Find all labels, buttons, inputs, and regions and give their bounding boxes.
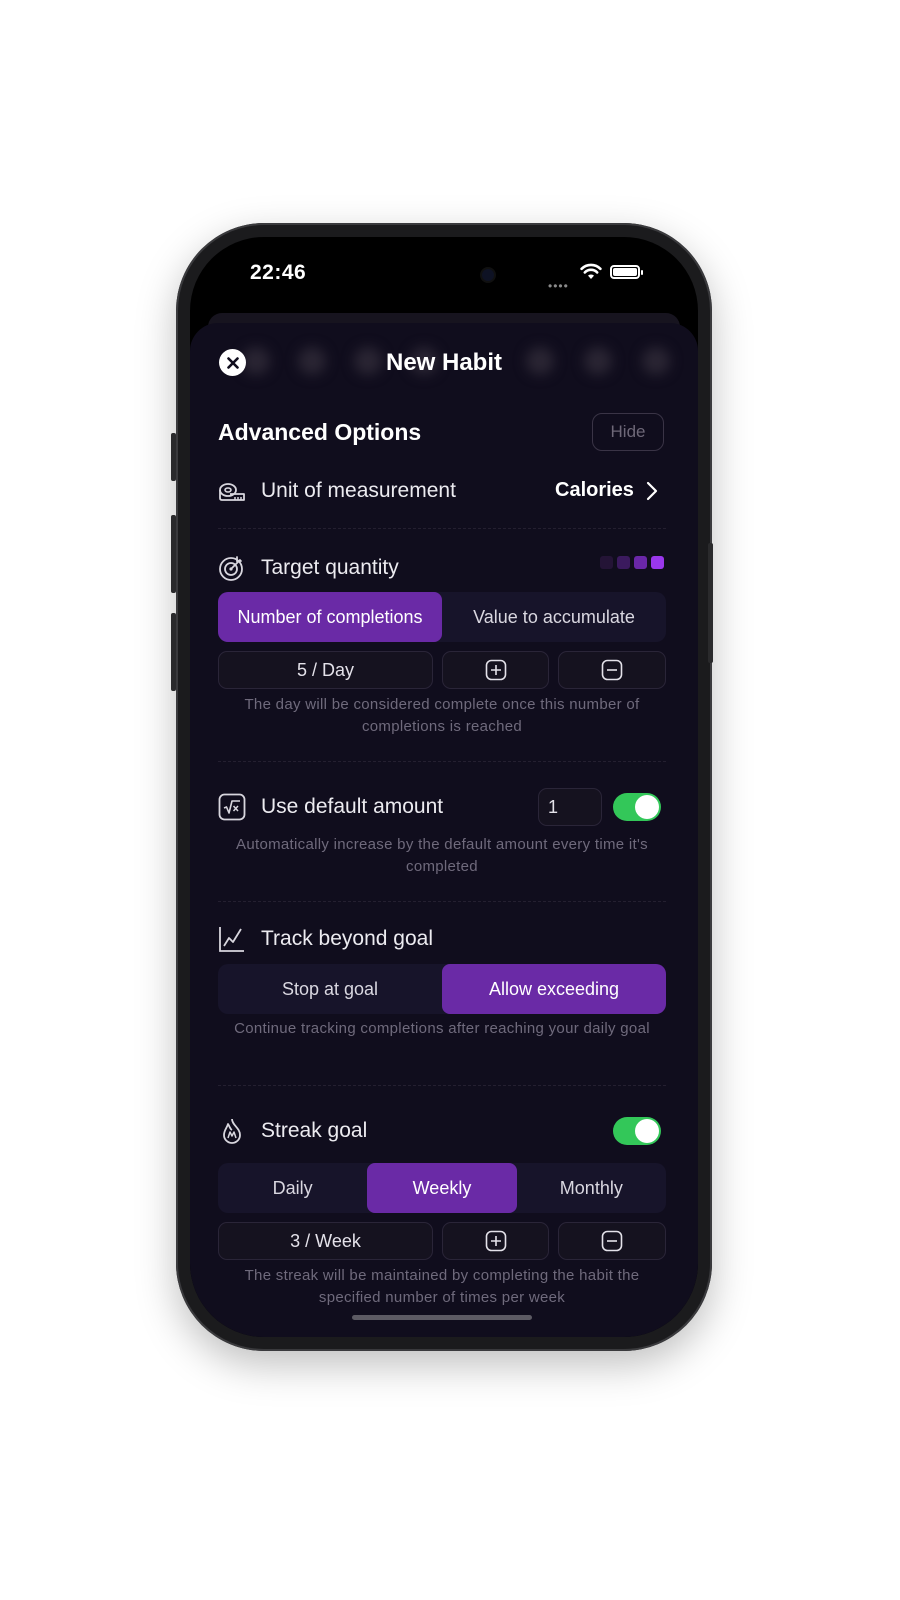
streak-value-field[interactable]: 3 / Week [218,1222,433,1260]
line-chart-icon [219,927,244,952]
segment-number-of-completions[interactable]: Number of completions [218,592,442,642]
streak-hint: The streak will be maintained by complet… [244,1267,640,1306]
advanced-options-title: Advanced Options [218,419,422,445]
beyond-goal-label: Track beyond goal [261,927,433,950]
target-mode-segment: Number of completions Value to accumulat… [218,592,666,642]
target-quantity-label: Target quantity [261,556,399,579]
screen: 22:46 •••• New Habit Advanced Options Hi… [190,237,698,1337]
segment-daily[interactable]: Daily [218,1163,367,1213]
cellular-signal-icon: •••• [548,279,569,293]
segment-allow-exceeding[interactable]: Allow exceeding [442,964,666,1014]
battery-icon [610,265,643,279]
action-button [171,433,176,481]
segment-value-to-accumulate[interactable]: Value to accumulate [442,592,666,642]
increment-button[interactable] [442,651,549,689]
divider [218,1085,666,1086]
plus-icon [485,659,506,681]
level-dot [651,556,664,569]
segment-weekly[interactable]: Weekly [367,1163,517,1213]
camera-icon [482,269,494,281]
plus-icon [485,1230,506,1252]
power-button [708,543,713,663]
increment-button[interactable] [442,1222,549,1260]
square-root-icon [218,793,246,821]
default-amount-toggle[interactable] [613,793,661,821]
home-indicator[interactable] [352,1315,532,1320]
new-habit-sheet: New Habit Advanced Options Hide Unit of … [190,323,698,1337]
level-dot [634,556,647,569]
wifi-icon [580,263,602,279]
target-value-field[interactable]: 5 / Day [218,651,433,689]
divider [218,761,666,762]
streak-goal-toggle[interactable] [613,1117,661,1145]
target-icon [219,556,243,581]
decrement-button[interactable] [558,651,666,689]
default-amount-label: Use default amount [261,795,444,818]
volume-up-button [171,515,176,593]
target-hint: The day will be considered complete once… [244,696,640,735]
divider [218,901,666,902]
minus-icon [601,1230,623,1252]
beyond-goal-segment: Stop at goal Allow exceeding [218,964,666,1014]
unit-label: Unit of measurement [261,479,456,502]
page-title: New Habit [385,349,502,376]
minus-icon [601,659,623,681]
dynamic-island [380,257,508,293]
level-dot [600,556,613,569]
status-time: 22:46 [250,261,307,284]
streak-goal-label: Streak goal [261,1119,368,1142]
hide-button[interactable]: Hide [592,413,664,451]
segment-stop-at-goal[interactable]: Stop at goal [218,964,442,1014]
default-amount-hint: Automatically increase by the default am… [236,836,648,875]
streak-period-segment: Daily Weekly Monthly [218,1163,666,1213]
measuring-tape-icon [219,483,245,501]
volume-down-button [171,613,176,691]
level-dot [617,556,630,569]
unit-value[interactable]: Calories [555,479,634,502]
decrement-button[interactable] [558,1222,666,1260]
divider [218,528,666,529]
beyond-goal-hint: Continue tracking completions after reac… [234,1020,650,1037]
default-amount-input[interactable]: 1 [538,788,602,826]
chevron-right-icon[interactable] [646,481,658,501]
segment-monthly[interactable]: Monthly [517,1163,666,1213]
flame-icon [223,1118,241,1144]
